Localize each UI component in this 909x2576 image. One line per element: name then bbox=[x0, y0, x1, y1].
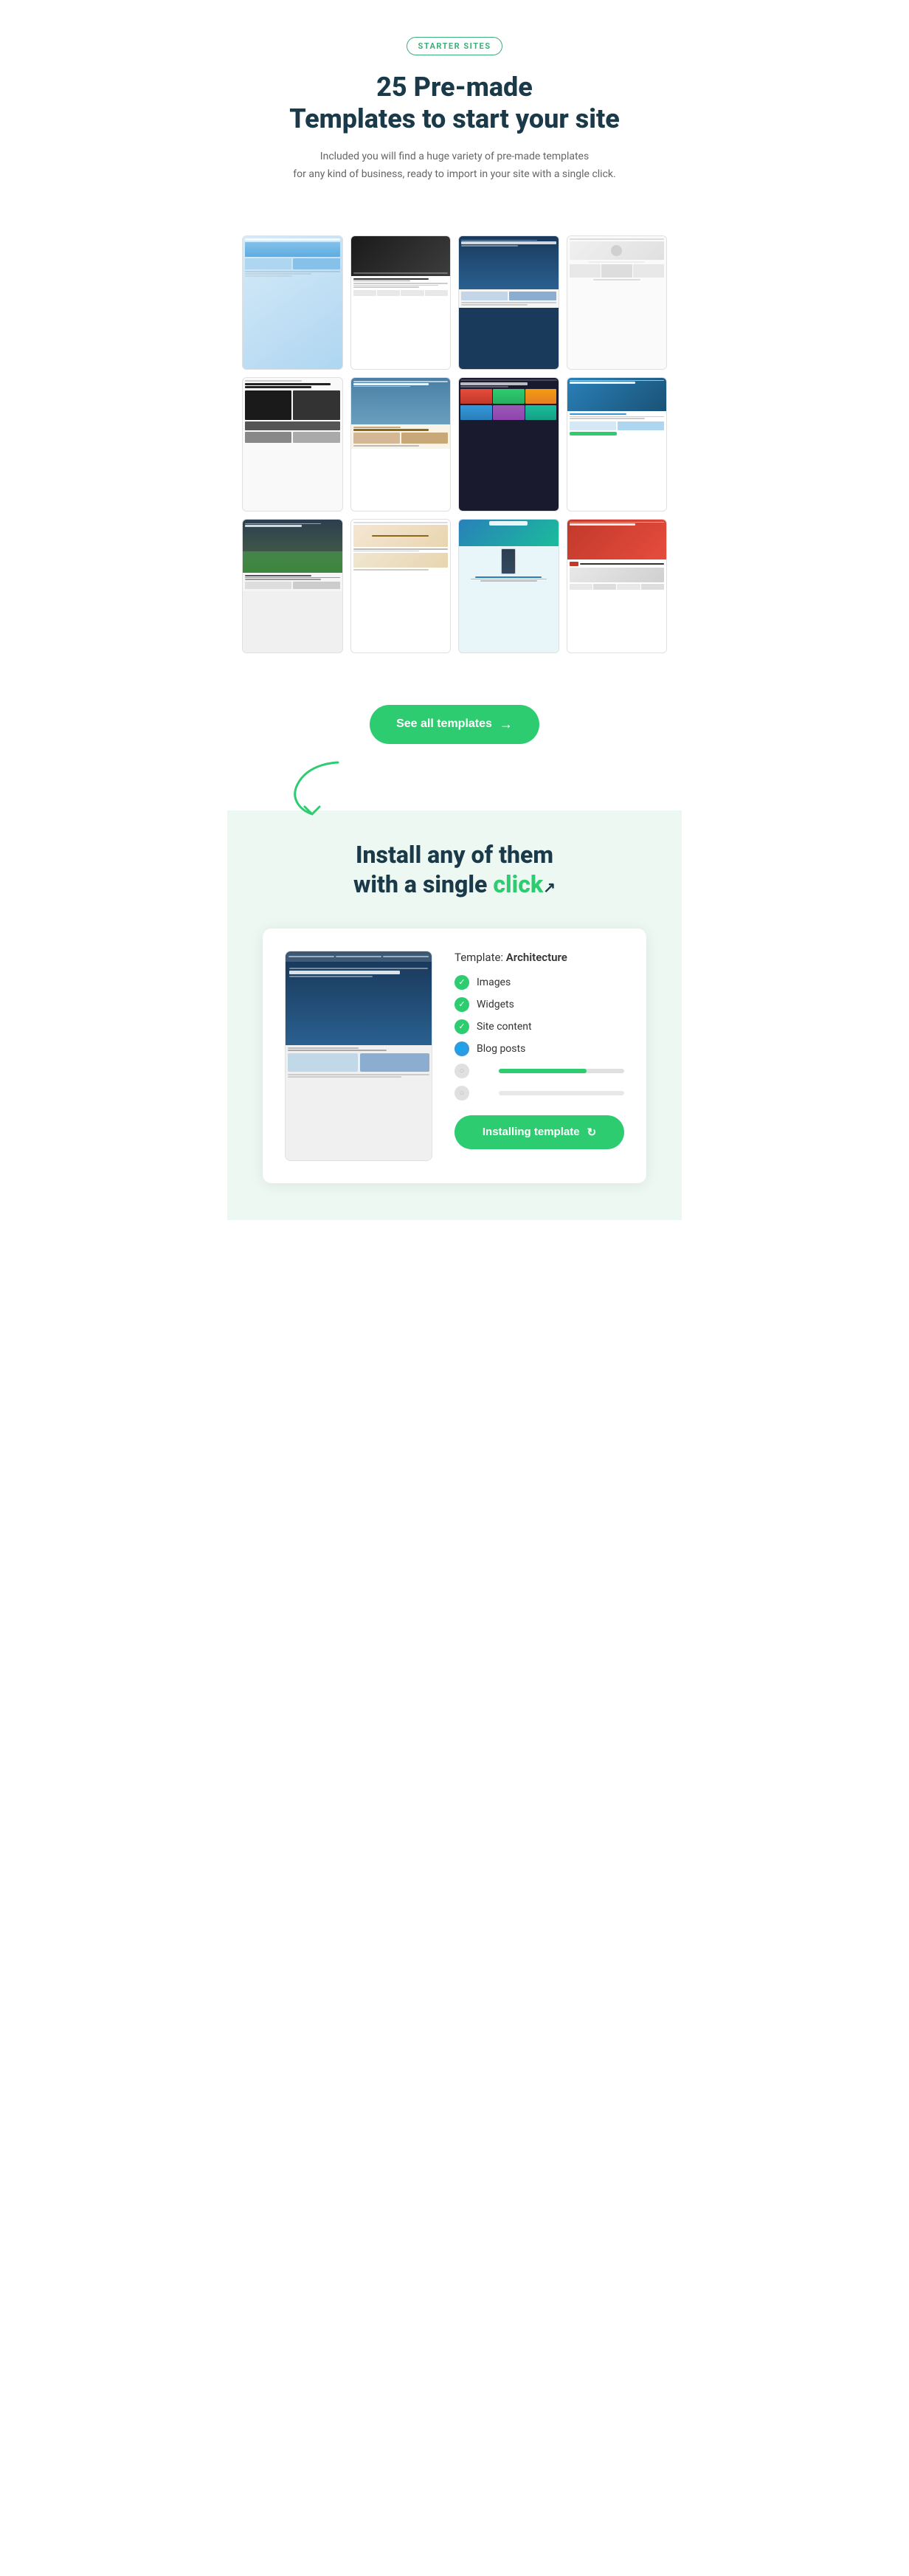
demo-preview-image bbox=[286, 951, 432, 1160]
hero-subtitle-line2: for any kind of business, ready to impor… bbox=[293, 168, 615, 180]
demo-card: Template: Architecture ✓ Images ✓ Widget… bbox=[263, 929, 646, 1183]
check-icon-blog-posts: 🌐 bbox=[454, 1041, 469, 1056]
demo-info: Template: Architecture ✓ Images ✓ Widget… bbox=[454, 951, 624, 1149]
templates-grid bbox=[242, 235, 667, 653]
curved-arrow-icon bbox=[286, 759, 353, 818]
checklist-progress-empty bbox=[499, 1091, 624, 1095]
template-card-imremi[interactable] bbox=[242, 377, 343, 512]
template-card[interactable] bbox=[350, 519, 452, 653]
checklist-item-site-content: ✓ Site content bbox=[454, 1019, 624, 1034]
template-label-text: Template: bbox=[454, 951, 503, 964]
template-card[interactable] bbox=[350, 235, 452, 370]
hero-section: STARTER SITES 25 Pre-made Templates to s… bbox=[227, 0, 682, 213]
hero-title-line2: Templates to start your site bbox=[289, 103, 620, 134]
install-cursor-icon: ↗ bbox=[543, 878, 556, 896]
checklist-item-blog-posts: 🌐 Blog posts bbox=[454, 1041, 624, 1056]
templates-section bbox=[227, 213, 682, 675]
checklist-item-empty: ○ bbox=[454, 1086, 624, 1101]
arrow-decoration bbox=[227, 751, 682, 810]
template-card[interactable] bbox=[567, 377, 668, 512]
template-card[interactable] bbox=[458, 519, 559, 653]
check-icon-images: ✓ bbox=[454, 975, 469, 990]
checklist-label-widgets: Widgets bbox=[477, 999, 514, 1010]
template-card[interactable] bbox=[567, 519, 668, 653]
see-all-button[interactable]: See all templates → bbox=[370, 705, 539, 744]
template-card[interactable] bbox=[242, 519, 343, 653]
demo-preview bbox=[285, 951, 432, 1161]
hero-subtitle-line1: Included you will find a huge variety of… bbox=[320, 151, 589, 162]
see-all-arrow-icon: → bbox=[500, 717, 513, 732]
template-card[interactable] bbox=[458, 377, 559, 512]
checklist-label-site-content: Site content bbox=[477, 1021, 532, 1033]
checklist-label-blog-posts: Blog posts bbox=[477, 1043, 525, 1055]
template-label: Template: Architecture bbox=[454, 951, 624, 964]
check-icon-site-content: ✓ bbox=[454, 1019, 469, 1034]
install-template-button[interactable]: Installing template ↻ bbox=[454, 1115, 624, 1149]
template-card[interactable] bbox=[350, 377, 452, 512]
template-card[interactable] bbox=[567, 235, 668, 370]
install-title-highlight: click bbox=[493, 870, 543, 898]
checklist-progress-bar bbox=[499, 1069, 624, 1073]
install-title-line2-prefix: with a single bbox=[353, 870, 493, 898]
checklist-label-images: Images bbox=[477, 977, 511, 988]
template-card[interactable] bbox=[458, 235, 559, 370]
starter-badge: STARTER SITES bbox=[407, 37, 502, 55]
install-title-line1: Install any of them bbox=[356, 841, 553, 869]
see-all-label: See all templates bbox=[396, 717, 492, 731]
check-icon-empty: ○ bbox=[454, 1086, 469, 1101]
install-btn-label: Installing template bbox=[483, 1126, 580, 1138]
template-name: Architecture bbox=[506, 951, 567, 964]
cta-section: See all templates → bbox=[227, 675, 682, 751]
install-title: Install any of them with a single click↗ bbox=[257, 840, 652, 899]
hero-subtitle: Included you will find a huge variety of… bbox=[292, 148, 617, 184]
checklist-item-progress: ○ bbox=[454, 1064, 624, 1078]
check-icon-progress: ○ bbox=[454, 1064, 469, 1078]
template-card[interactable] bbox=[242, 235, 343, 370]
hero-title: 25 Pre-made Templates to start your site bbox=[257, 72, 652, 135]
checklist: ✓ Images ✓ Widgets ✓ Site content 🌐 Blog… bbox=[454, 975, 624, 1101]
check-icon-widgets: ✓ bbox=[454, 997, 469, 1012]
checklist-progress-fill bbox=[499, 1069, 587, 1073]
install-section: Install any of them with a single click↗ bbox=[227, 810, 682, 1220]
checklist-item-widgets: ✓ Widgets bbox=[454, 997, 624, 1012]
hero-title-line1: 25 Pre-made bbox=[376, 72, 533, 103]
checklist-item-images: ✓ Images bbox=[454, 975, 624, 990]
install-spinner-icon: ↻ bbox=[587, 1126, 597, 1139]
